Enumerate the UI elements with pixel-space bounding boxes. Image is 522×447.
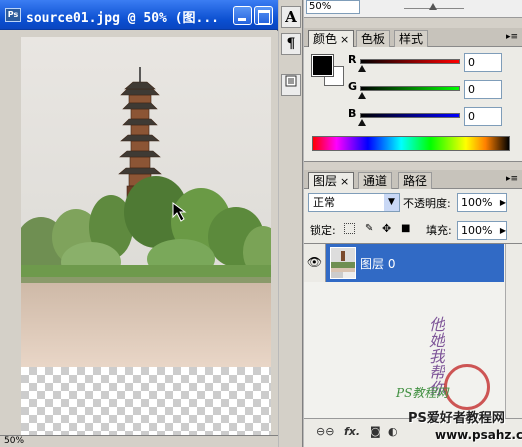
lock-position-icon[interactable]: ✥ — [382, 223, 393, 234]
channel-row-b: B 0 — [346, 107, 522, 127]
foreground-color-swatch[interactable] — [311, 54, 334, 77]
channel-row-g: G 0 — [346, 80, 522, 100]
channel-slider-b[interactable] — [360, 113, 460, 118]
maximize-button[interactable] — [254, 6, 273, 25]
channel-row-r: R 0 — [346, 53, 522, 73]
channel-slider-r[interactable] — [360, 59, 460, 64]
panel-menu-icon[interactable]: ▸≡ — [506, 32, 518, 42]
close-icon[interactable]: × — [340, 175, 349, 188]
lock-transparency-icon[interactable] — [344, 223, 355, 234]
tab-swatches[interactable]: 色板 — [356, 30, 391, 47]
strip-slider-knob[interactable] — [429, 3, 437, 10]
layers-panel: 图层 × 通道 路径 ▸≡ 正常 ▼ 不透明度: 100% ▶ 锁定: ✎ ✥ ■… — [304, 170, 522, 447]
fx-icon[interactable]: fx. — [344, 425, 360, 439]
tab-layers[interactable]: 图层 × — [308, 172, 355, 189]
close-icon[interactable]: × — [340, 33, 349, 46]
blend-mode-value: 正常 — [313, 196, 335, 209]
blend-mode-select[interactable]: 正常 ▼ — [308, 193, 400, 212]
panel-menu-icon[interactable]: ▸≡ — [506, 174, 518, 184]
transparent-area — [21, 367, 271, 435]
chevron-down-icon[interactable]: ▼ — [384, 194, 399, 211]
document-title: source01.jpg @ 50% (图... — [26, 11, 220, 26]
eye-icon[interactable]: 👁 — [304, 244, 326, 282]
layers-scrollbar[interactable] — [505, 244, 522, 418]
lock-image-icon[interactable]: ✎ — [365, 223, 376, 234]
right-panels: 50% 颜色 × 色板 样式 ▸≡ R 0 G 0 B 0 图层 × 通道 路径… — [304, 0, 522, 447]
watermark-text: PS教程网 — [396, 386, 449, 400]
layer-thumbnail[interactable] — [330, 247, 356, 279]
lock-all-icon[interactable]: ■ — [401, 223, 412, 234]
slider-knob[interactable] — [358, 92, 366, 99]
adjustment-icon[interactable]: ◐ — [388, 425, 398, 439]
layer-row[interactable]: 👁 图层 0 — [304, 244, 504, 282]
zoom-readout[interactable]: 50% — [4, 436, 24, 447]
document-titlebar[interactable]: Ps source01.jpg @ 50% (图... — [0, 0, 278, 30]
slider-knob[interactable] — [358, 119, 366, 126]
site-logo: PS爱好者教程网 — [408, 411, 505, 426]
photoshop-doc-icon: Ps — [5, 8, 21, 22]
channel-label: R — [348, 53, 357, 66]
channel-value-g[interactable]: 0 — [464, 80, 502, 99]
tab-paths[interactable]: 路径 — [398, 172, 433, 189]
palette-dock: A ¶ — [279, 0, 303, 447]
color-spectrum-bar[interactable] — [312, 136, 510, 151]
document-palette-icon[interactable] — [281, 74, 301, 96]
tab-channels[interactable]: 通道 — [358, 172, 393, 189]
tab-styles[interactable]: 样式 — [394, 30, 429, 47]
paragraph-palette-button[interactable]: ¶ — [281, 33, 301, 55]
link-icon[interactable]: ⊖⊖ — [316, 425, 334, 439]
canvas-area[interactable] — [0, 31, 278, 435]
tab-color[interactable]: 颜色 × — [308, 30, 355, 47]
canvas-photo[interactable] — [21, 37, 271, 367]
opacity-value: 100% — [461, 196, 493, 209]
color-panel-tabs: 颜色 × 色板 样式 ▸≡ — [304, 28, 522, 47]
document-statusbar: 50% — [0, 435, 278, 447]
opacity-field[interactable]: 100% ▶ — [457, 193, 507, 212]
mask-icon[interactable]: ◙ — [370, 425, 381, 439]
chevron-right-icon[interactable]: ▶ — [500, 222, 506, 239]
fill-value: 100% — [461, 224, 493, 237]
channel-label: G — [348, 80, 358, 93]
strip-opacity-field[interactable]: 50% — [306, 0, 360, 14]
chevron-right-icon[interactable]: ▶ — [500, 194, 506, 211]
opacity-label: 不透明度: — [403, 197, 451, 210]
seal-stamp — [444, 364, 490, 410]
channel-value-r[interactable]: 0 — [464, 53, 502, 72]
channel-value-b[interactable]: 0 — [464, 107, 502, 126]
site-url: www.psahz.com — [435, 428, 522, 442]
lock-label: 锁定: — [310, 224, 336, 237]
channel-slider-g[interactable] — [360, 86, 460, 91]
minimize-button[interactable] — [233, 6, 252, 25]
color-panel: R 0 G 0 B 0 — [304, 47, 522, 162]
slider-knob[interactable] — [358, 65, 366, 72]
fill-label: 填充: — [426, 224, 452, 237]
document-window: Ps source01.jpg @ 50% (图... 50% — [0, 0, 278, 447]
channel-label: B — [348, 107, 357, 120]
layer-list: 👁 图层 0 他她我帮你 PS教程网 — [304, 243, 522, 418]
options-strip: 50% — [304, 0, 522, 18]
character-palette-button[interactable]: A — [281, 6, 301, 28]
layers-panel-tabs: 图层 × 通道 路径 ▸≡ — [304, 170, 522, 189]
fill-field[interactable]: 100% ▶ — [457, 221, 507, 240]
layer-name[interactable]: 图层 0 — [360, 255, 395, 272]
